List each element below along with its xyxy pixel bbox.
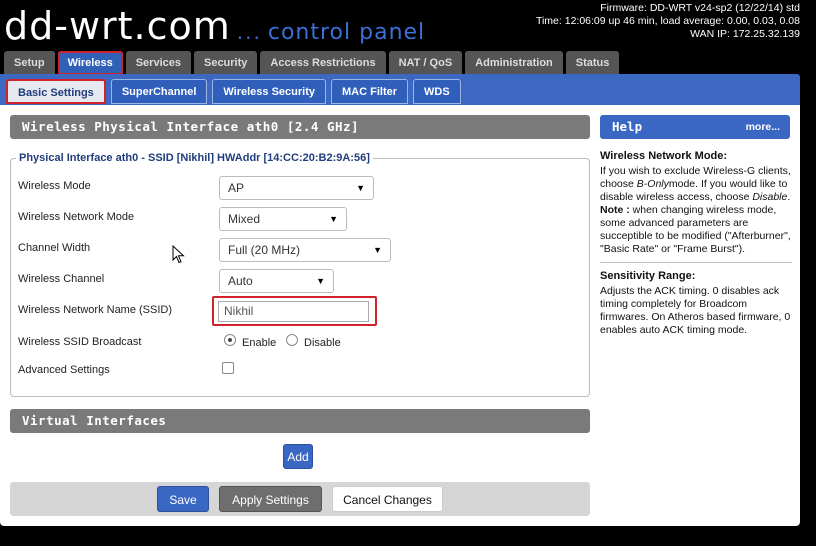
save-button[interactable]: Save [157,486,209,512]
help-sensitivity-heading: Sensitivity Range: [600,270,696,282]
chevron-down-icon: ▼ [373,245,382,255]
help-more-link[interactable]: more... [746,115,780,139]
chevron-down-icon: ▼ [316,276,325,286]
cancel-changes-button[interactable]: Cancel Changes [332,486,443,512]
help-mode-heading: Wireless Network Mode: [600,150,728,162]
apply-settings-button[interactable]: Apply Settings [219,486,322,512]
subtab-wds[interactable]: WDS [413,79,461,104]
main-tabs: Setup Wireless Services Security Access … [4,51,620,75]
subtab-superchannel[interactable]: SuperChannel [110,79,208,104]
ssid-highlight: Nikhil [212,296,377,326]
help-note-label: Note : [600,204,630,216]
ddwrt-logo: dd-wrt.com ... control panel [4,4,425,48]
broadcast-disable-label: Disable [304,337,341,349]
channel-width-value: Full (20 MHz) [228,243,301,257]
help-sensitivity-text: Adjusts the ACK timing. 0 disables ack t… [600,285,791,336]
firmware-version: Firmware: DD-WRT v24-sp2 (12/22/14) std [600,2,800,14]
help-separator [600,262,792,263]
subtab-wireless-security[interactable]: Wireless Security [212,79,327,104]
wireless-mode-label: Wireless Mode [18,180,91,192]
logo-subtitle: control panel [267,20,426,45]
virtual-interfaces-heading: Virtual Interfaces [10,409,590,433]
tab-setup[interactable]: Setup [4,51,55,75]
ssid-input[interactable]: Nikhil [218,301,369,322]
network-mode-value: Mixed [228,212,261,226]
advanced-settings-checkbox[interactable] [222,362,234,374]
content-area: Wireless Physical Interface ath0 [2.4 GH… [0,105,800,526]
tab-administration[interactable]: Administration [465,51,563,75]
channel-width-select[interactable]: Full (20 MHz) ▼ [219,238,391,262]
help-title: Help [612,119,643,134]
wireless-mode-select[interactable]: AP ▼ [219,176,374,200]
help-note: Note : when changing wireless mode, some… [600,204,792,256]
ssid-label: Wireless Network Name (SSID) [18,304,173,316]
network-mode-label: Wireless Network Mode [18,211,135,223]
help-header: Help more... [600,115,790,139]
channel-width-label: Channel Width [18,242,91,254]
logo-text: dd-wrt.com [4,4,231,48]
tab-services[interactable]: Services [125,51,191,75]
mouse-pointer-icon [172,245,185,264]
broadcast-enable-label: Enable [242,337,277,349]
tab-wireless[interactable]: Wireless [57,51,123,75]
wireless-mode-value: AP [228,181,245,195]
help-mode-bonly: B-Only [636,178,669,190]
chevron-down-icon: ▼ [329,214,338,224]
router-info: Firmware: DD-WRT v24-sp2 (12/22/14) std … [536,2,800,41]
advanced-settings-label: Advanced Settings [18,364,110,376]
wireless-channel-select[interactable]: Auto ▼ [219,269,334,293]
help-mode-disable: Disable [752,191,788,203]
help-mode-text-3: . [787,191,791,203]
network-mode-select[interactable]: Mixed ▼ [219,207,347,231]
subtab-mac-filter[interactable]: MAC Filter [331,79,409,104]
physical-interface-legend: Physical Interface ath0 - SSID [Nikhil] … [19,152,370,164]
ssid-broadcast-label: Wireless SSID Broadcast [18,336,142,348]
help-body: Wireless Network Mode: If you wish to ex… [600,150,792,337]
wireless-channel-label: Wireless Channel [18,273,105,285]
wireless-channel-value: Auto [228,274,253,288]
broadcast-disable-radio[interactable] [286,334,298,346]
tab-nat-qos[interactable]: NAT / QoS [388,51,463,75]
add-virtual-interface-button[interactable]: Add [283,444,313,469]
tab-status[interactable]: Status [565,51,620,75]
tab-access-restrictions[interactable]: Access Restrictions [260,51,386,75]
broadcast-enable-radio[interactable] [224,334,236,346]
sub-tabs: Basic Settings SuperChannel Wireless Sec… [6,79,461,104]
chevron-down-icon: ▼ [356,183,365,193]
help-mode-text: If you wish to exclude Wireless-G client… [600,165,792,204]
tab-security[interactable]: Security [193,51,258,75]
subtab-basic-settings[interactable]: Basic Settings [6,79,106,104]
logo-dots: ... [236,20,262,44]
uptime-info: Time: 12:06:09 up 46 min, load average: … [535,15,800,27]
physical-interface-heading: Wireless Physical Interface ath0 [2.4 GH… [10,115,590,139]
wan-ip: WAN IP: 172.25.32.139 [690,28,800,40]
